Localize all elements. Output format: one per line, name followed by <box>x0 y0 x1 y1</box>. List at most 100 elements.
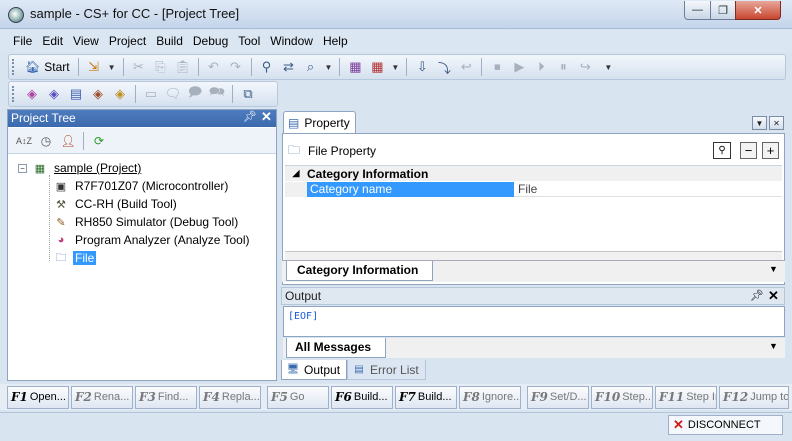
fkey-f11[interactable]: F11Step In <box>655 385 717 409</box>
step-icon[interactable]: ⤵ <box>434 57 454 77</box>
minimize-button[interactable]: — <box>684 1 711 20</box>
find-icon[interactable]: ⚲ <box>257 57 277 77</box>
return-icon[interactable]: ↩ <box>456 57 476 77</box>
start-label: Start <box>44 60 70 74</box>
collapse-category-icon[interactable]: ◢ <box>285 168 307 179</box>
cascade-windows-icon[interactable]: ⧉ <box>238 84 258 104</box>
disconnect-button[interactable]: ✕ DISCONNECT <box>668 415 783 435</box>
undo-icon[interactable]: ↶ <box>204 57 224 77</box>
status-bar: ✕ DISCONNECT <box>0 412 792 441</box>
debug-settings-icon[interactable]: ◈ <box>110 84 130 104</box>
chevron-down-icon[interactable]: ▼ <box>769 264 778 274</box>
exit-icon[interactable]: ⇲ <box>84 57 104 77</box>
close-window-button[interactable]: ✕ <box>735 1 781 20</box>
property-row[interactable]: Category name File <box>285 182 782 197</box>
step-over-icon[interactable]: ↪ <box>575 57 595 77</box>
fkey-f8[interactable]: F8 Ignore... <box>459 385 521 409</box>
project-tree-header: Project Tree <box>8 110 276 127</box>
category-row[interactable]: ◢ Category Information <box>285 166 782 181</box>
user-icon[interactable]: 👤︎ <box>58 131 78 151</box>
menu-view[interactable]: View <box>68 34 104 48</box>
tab-error-list[interactable]: ▤ Error List <box>347 360 426 380</box>
paste-icon[interactable]: 📋︎ <box>173 57 193 77</box>
close-icon[interactable]: ✕ <box>261 109 272 125</box>
sort-az-icon[interactable]: A↕Z <box>14 131 34 151</box>
go-icon[interactable]: ▶ <box>509 57 529 77</box>
menu-debug[interactable]: Debug <box>188 34 233 48</box>
comment-icon[interactable]: 🗨︎ <box>163 84 183 104</box>
run-icon[interactable]: ⏵ <box>531 57 551 77</box>
expand-all-button[interactable]: + <box>762 142 779 159</box>
tab-category-information[interactable]: Category Information <box>286 261 434 281</box>
tree-node-analyze-tool[interactable]: ◕ Program Analyzer (Analyze Tool) <box>53 231 252 249</box>
tree-line <box>49 175 50 261</box>
fkey-f3[interactable]: F3 Find... <box>135 385 197 409</box>
fkey-f7[interactable]: F7 Build... <box>395 385 457 409</box>
collapse-icon[interactable]: − <box>18 163 27 173</box>
tab-property[interactable]: ▤ Property <box>283 111 356 133</box>
menu-project[interactable]: Project <box>104 34 151 48</box>
menu-build[interactable]: Build <box>151 34 188 48</box>
toolbar-grip[interactable] <box>12 86 17 102</box>
redo-icon[interactable]: ↷ <box>226 57 246 77</box>
toolbar-grip[interactable] <box>12 59 17 75</box>
panel-menu-button[interactable]: ▼ <box>752 116 767 130</box>
download-icon[interactable]: ⇩ <box>412 57 432 77</box>
menu-file[interactable]: File <box>8 34 37 48</box>
menu-edit[interactable]: Edit <box>37 34 68 48</box>
tree-node-debug-tool[interactable]: ✎ RH850 Simulator (Debug Tool) <box>53 213 240 231</box>
output-text-area[interactable]: [EOF] <box>283 306 785 337</box>
fkey-number: F9 <box>531 390 548 404</box>
tree-node-build-tool[interactable]: ⚒ CC-RH (Build Tool) <box>53 195 179 213</box>
pin-icon[interactable]: 📌︎ <box>750 289 764 302</box>
connect-icon[interactable]: ◈ <box>44 84 64 104</box>
rebuild-project-icon[interactable]: ▦ <box>367 57 387 77</box>
fkey-f4[interactable]: F4 Repla... <box>199 385 261 409</box>
property-value[interactable]: File <box>514 182 782 197</box>
fkey-f5[interactable]: F5 Go <box>267 385 329 409</box>
menu-tool[interactable]: Tool <box>233 34 265 48</box>
toolbar-dropdown[interactable]: ▼ <box>391 63 399 72</box>
tab-all-messages[interactable]: All Messages <box>286 338 387 358</box>
menu-window[interactable]: Window <box>265 34 318 48</box>
tree-node-microcontroller[interactable]: ▣ R7F701Z07 (Microcontroller) <box>53 177 230 195</box>
replace-icon[interactable]: ⇄ <box>279 57 299 77</box>
menu-help[interactable]: Help <box>318 34 353 48</box>
tree-node-project[interactable]: − ▦ sample (Project) <box>18 159 143 177</box>
window-icon[interactable]: ▭ <box>141 84 161 104</box>
stop-icon[interactable]: ⏹ <box>487 57 507 77</box>
tree-node-file[interactable]: 🗀︎ File <box>53 249 97 267</box>
fkey-f1[interactable]: F1 Open... <box>7 385 69 409</box>
maximize-button[interactable]: ❐ <box>710 1 736 20</box>
pause-icon[interactable]: ⏸ <box>553 57 573 77</box>
cut-icon[interactable]: ✂ <box>129 57 149 77</box>
tab-output[interactable]: 🖥︎ Output <box>281 360 348 380</box>
property-tab-label: Property <box>304 115 350 130</box>
toolbar-dropdown[interactable]: ▼ <box>604 63 612 72</box>
chevron-down-icon[interactable]: ▼ <box>769 341 778 351</box>
build-project-icon[interactable]: ▦ <box>345 57 365 77</box>
find-in-files-icon[interactable]: ⌕ <box>301 57 321 77</box>
chart-icon[interactable]: ▤ <box>66 84 86 104</box>
fkey-f6[interactable]: F6 Build... <box>331 385 393 409</box>
fkey-f12[interactable]: F12Jump to... <box>719 385 789 409</box>
clock-icon[interactable]: ◷ <box>36 131 56 151</box>
hardware-icon[interactable]: ◈ <box>88 84 108 104</box>
toolbar-separator <box>197 58 199 76</box>
device-icon[interactable]: ◈ <box>22 84 42 104</box>
collapse-all-button[interactable]: − <box>740 142 757 159</box>
message-icon[interactable]: 🗩︎ <box>185 84 205 104</box>
start-button[interactable]: 🏠︎ Start <box>21 57 74 77</box>
refresh-icon[interactable]: ⟳ <box>89 131 109 151</box>
copy-icon[interactable]: ⎘ <box>151 57 171 77</box>
search-icon[interactable]: ⚲ <box>713 142 731 159</box>
fkey-f9[interactable]: F9 Set/D... <box>527 385 589 409</box>
panel-close-button[interactable]: ✕ <box>769 116 784 130</box>
toolbar-dropdown[interactable]: ▼ <box>325 63 333 72</box>
toolbar-dropdown[interactable]: ▼ <box>108 63 116 72</box>
pin-icon[interactable]: 📌︎ <box>243 110 257 123</box>
close-icon[interactable]: ✕ <box>768 288 779 304</box>
fkey-f10[interactable]: F10 Step... <box>591 385 653 409</box>
fkey-f2[interactable]: F2 Rena... <box>71 385 133 409</box>
search-bubble-icon[interactable]: 🗪︎ <box>207 84 227 104</box>
